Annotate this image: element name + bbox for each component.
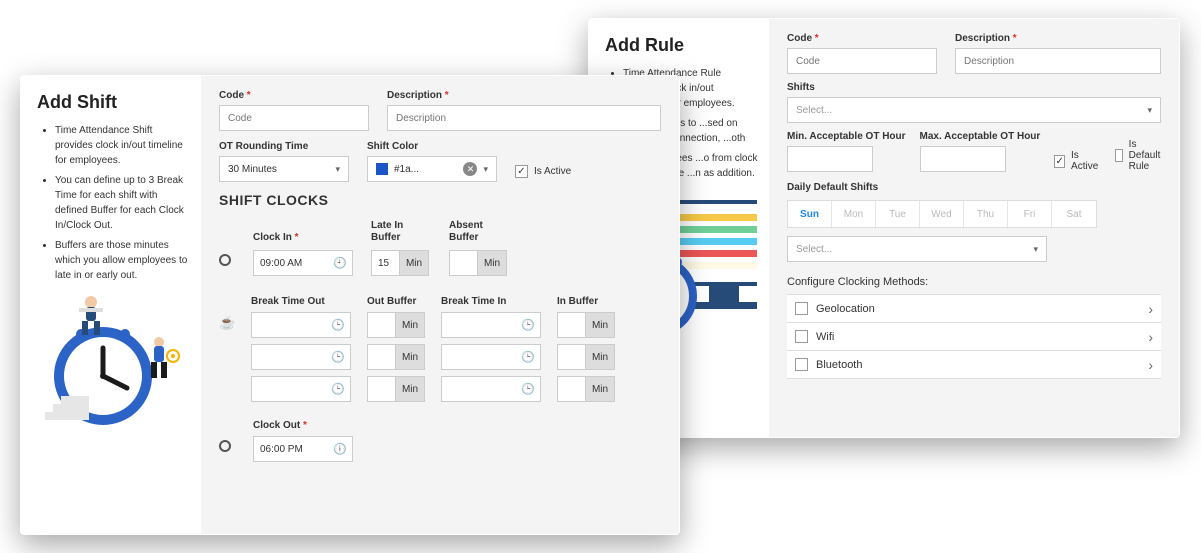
shift-color-picker[interactable]: #1a... ✕ ▾ <box>367 156 497 182</box>
shift-bullet-list: Time Attendance Shift provides clock in/… <box>37 123 191 283</box>
shift-bullet: Time Attendance Shift provides clock in/… <box>55 123 191 168</box>
max-ot-input[interactable] <box>920 146 1006 172</box>
break-out-time-input[interactable] <box>251 376 351 402</box>
method-wifi[interactable]: Wifi › <box>787 323 1161 351</box>
tab-thu[interactable]: Thu <box>964 201 1008 227</box>
chevron-down-icon: ▾ <box>335 164 340 175</box>
tab-mon[interactable]: Mon <box>832 201 876 227</box>
tab-tue[interactable]: Tue <box>876 201 920 227</box>
shift-bullet: You can define up to 3 Break Time for ea… <box>55 173 191 233</box>
clock-node-icon <box>219 440 231 452</box>
break-row: ☕🕒Min🕒Min <box>219 312 661 338</box>
ot-rounding-select[interactable]: 30 Minutes ▾ <box>219 156 349 182</box>
day-tabs: Sun Mon Tue Wed Thu Fri Sat <box>787 200 1097 228</box>
rule-description-input[interactable] <box>955 48 1161 74</box>
tab-wed[interactable]: Wed <box>920 201 964 227</box>
shift-illustration <box>31 276 191 426</box>
chevron-right-icon: › <box>1148 329 1153 345</box>
coffee-icon: ☕ <box>219 315 235 331</box>
shift-clocks-heading: SHIFT CLOCKS <box>219 192 661 208</box>
in-buffer-input[interactable]: Min <box>557 376 615 402</box>
clock-node-icon <box>219 254 231 266</box>
min-ot-input[interactable] <box>787 146 873 172</box>
configure-methods-title: Configure Clocking Methods: <box>787 276 1161 288</box>
checkbox-icon[interactable] <box>795 302 808 315</box>
shift-body: Code Description OT Rounding Time 30 Min… <box>201 76 679 534</box>
break-in-time-input[interactable] <box>441 312 541 338</box>
rule-code-input[interactable] <box>787 48 937 74</box>
clock-in-input[interactable] <box>253 250 353 276</box>
shift-title: Add Shift <box>37 92 191 113</box>
clocking-methods-list: Geolocation › Wifi › Bluetooth › <box>787 294 1161 379</box>
max-ot-label: Max. Acceptable OT Hour <box>920 131 1041 143</box>
break-in-time-input[interactable] <box>441 376 541 402</box>
tab-sun[interactable]: Sun <box>788 201 832 227</box>
tab-fri[interactable]: Fri <box>1008 201 1052 227</box>
chevron-down-icon: ▾ <box>1147 105 1152 116</box>
chevron-down-icon: ▾ <box>1033 244 1038 255</box>
clock-out-label: Clock Out <box>253 420 353 432</box>
min-ot-label: Min. Acceptable OT Hour <box>787 131 906 143</box>
out-buffer-label: Out Buffer <box>367 296 425 308</box>
chevron-right-icon: › <box>1148 301 1153 317</box>
tab-sat[interactable]: Sat <box>1052 201 1096 227</box>
rule-title: Add Rule <box>605 35 759 56</box>
checkbox-icon[interactable] <box>795 358 808 371</box>
shift-color-label: Shift Color <box>367 141 497 153</box>
break-time-out-label: Break Time Out <box>251 296 351 308</box>
break-row: 🕒Min🕒Min <box>219 376 661 402</box>
rule-is-default-checkbox[interactable]: Is Default Rule <box>1115 139 1166 172</box>
shift-code-input[interactable] <box>219 105 369 131</box>
day-shift-select[interactable]: Select... ▾ <box>787 236 1047 262</box>
color-swatch-icon <box>376 163 388 175</box>
add-shift-card: Add Shift Time Attendance Shift provides… <box>20 75 680 535</box>
chevron-down-icon: ▾ <box>483 164 488 175</box>
method-bluetooth[interactable]: Bluetooth › <box>787 351 1161 379</box>
shift-description-input[interactable] <box>387 105 661 131</box>
in-buffer-input[interactable]: Min <box>557 312 615 338</box>
absent-buffer-label: Absent Buffer <box>449 220 509 244</box>
daily-default-shifts-label: Daily Default Shifts <box>787 182 1161 194</box>
break-in-time-input[interactable] <box>441 344 541 370</box>
rule-description-label: Description <box>955 33 1161 45</box>
clock-in-label: Clock In <box>253 232 353 244</box>
absent-buffer-input[interactable]: Min <box>449 250 509 276</box>
out-buffer-input[interactable]: Min <box>367 312 425 338</box>
rule-code-label: Code <box>787 33 937 45</box>
method-geolocation[interactable]: Geolocation › <box>787 295 1161 323</box>
rule-is-active-checkbox[interactable]: ✓ Is Active <box>1054 150 1100 172</box>
late-in-buffer-label: Late In Buffer <box>371 220 431 244</box>
break-out-time-input[interactable] <box>251 344 351 370</box>
rule-shifts-select[interactable]: Select... ▾ <box>787 97 1161 123</box>
rule-shifts-label: Shifts <box>787 82 1161 94</box>
clear-color-icon[interactable]: ✕ <box>463 162 477 176</box>
shift-is-active-checkbox[interactable]: ✓ Is Active <box>515 165 571 178</box>
clock-out-input[interactable] <box>253 436 353 462</box>
out-buffer-input[interactable]: Min <box>367 344 425 370</box>
checkbox-icon[interactable] <box>795 330 808 343</box>
in-buffer-label: In Buffer <box>557 296 615 308</box>
shift-description-label: Description <box>387 90 661 102</box>
out-buffer-input[interactable]: Min <box>367 376 425 402</box>
break-time-in-label: Break Time In <box>441 296 541 308</box>
in-buffer-input[interactable]: Min <box>557 344 615 370</box>
break-row: 🕒Min🕒Min <box>219 344 661 370</box>
rule-body: Code Description Shifts Select... ▾ Min.… <box>769 19 1179 437</box>
chevron-right-icon: › <box>1148 357 1153 373</box>
shift-code-label: Code <box>219 90 369 102</box>
late-in-buffer-input[interactable]: Min <box>371 250 431 276</box>
break-out-time-input[interactable] <box>251 312 351 338</box>
shift-sidebar: Add Shift Time Attendance Shift provides… <box>21 76 201 534</box>
ot-rounding-label: OT Rounding Time <box>219 141 349 153</box>
